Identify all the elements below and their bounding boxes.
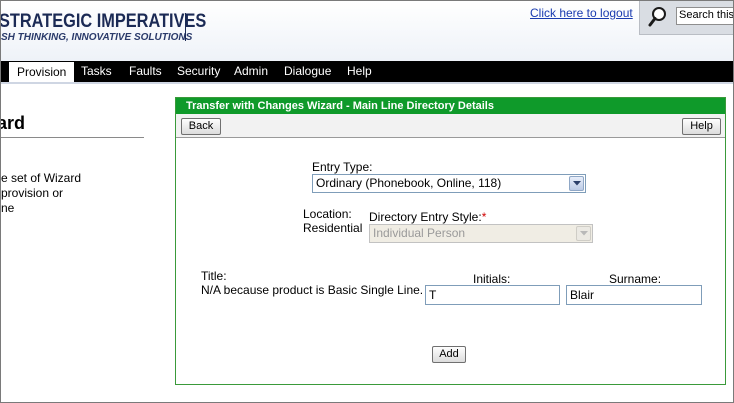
nav-tab-tasks[interactable]: Tasks: [81, 61, 112, 82]
directory-style-value: Individual Person: [373, 226, 466, 240]
logout-link[interactable]: Click here to logout: [530, 6, 633, 20]
logo-divider: [185, 13, 186, 41]
description-line: e set of Wizard: [1, 171, 82, 185]
search-input[interactable]: Search this p: [676, 7, 733, 25]
app-window: STRATEGIC IMPERATIVES SH THINKING, INNOV…: [0, 0, 734, 403]
title-label: Title:: [201, 269, 227, 283]
page-header: STRATEGIC IMPERATIVES SH THINKING, INNOV…: [0, 1, 733, 61]
page-title: ard: [1, 113, 26, 133]
wizard-toolbar: Back Help: [176, 114, 725, 138]
wizard-title: Transfer with Changes Wizard - Main Line…: [176, 98, 725, 114]
help-button[interactable]: Help: [682, 118, 721, 135]
initials-label: Initials:: [473, 272, 511, 286]
logo-title: STRATEGIC IMPERATIVES: [0, 11, 207, 32]
title-note: N/A because product is Basic Single Line…: [201, 283, 424, 297]
directory-style-select: Individual Person: [369, 224, 593, 243]
surname-label: Surname:: [609, 272, 662, 286]
nav-tab-faults[interactable]: Faults: [129, 61, 162, 82]
nav-tab-dialogue[interactable]: Dialogue: [284, 61, 331, 82]
entry-type-select[interactable]: Ordinary (Phonebook, Online, 118): [312, 174, 586, 193]
main-nav: Provision Tasks Faults Security Admin Di…: [1, 61, 733, 82]
wizard-panel: Transfer with Changes Wizard - Main Line…: [175, 97, 726, 385]
initials-input[interactable]: T: [425, 285, 560, 305]
surname-input[interactable]: Blair: [566, 285, 702, 305]
entry-type-value: Ordinary (Phonebook, Online, 118): [316, 176, 502, 190]
nav-tab-security[interactable]: Security: [177, 61, 220, 82]
search-box: Search this p: [639, 1, 733, 35]
nav-tab-provision[interactable]: Provision: [9, 61, 75, 82]
entry-type-label: Entry Type:: [312, 160, 373, 174]
nav-tab-admin[interactable]: Admin: [234, 61, 268, 82]
wizard-description: e set of Wizard provision or ne: [1, 171, 81, 216]
location-label: Location:: [303, 207, 352, 221]
chevron-down-icon: [576, 226, 591, 241]
chevron-down-icon[interactable]: [569, 176, 584, 191]
description-line: ne: [1, 201, 15, 215]
logo-subtitle: SH THINKING, INNOVATIVE SOLUTIONS: [1, 32, 193, 43]
add-button[interactable]: Add: [432, 346, 466, 363]
location-value: Residential: [303, 221, 363, 235]
search-icon[interactable]: [648, 6, 668, 28]
directory-style-label-text: Directory Entry Style:: [369, 210, 482, 224]
title-divider: [1, 137, 144, 138]
back-button[interactable]: Back: [181, 118, 221, 135]
nav-tab-help[interactable]: Help: [347, 61, 372, 82]
required-marker: *: [481, 210, 487, 224]
description-line: provision or: [1, 186, 64, 200]
directory-style-label: Directory Entry Style:*: [369, 210, 486, 224]
nav-accent-bar: [1, 82, 733, 84]
